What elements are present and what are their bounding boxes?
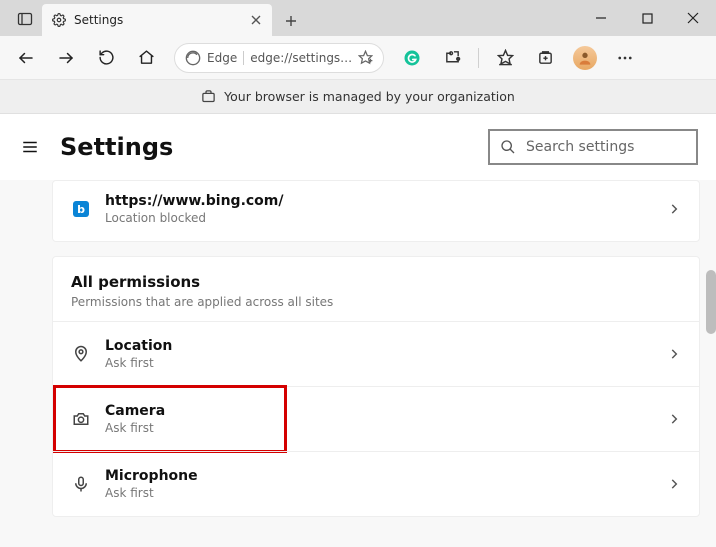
settings-content: b https://www.bing.com/ Location blocked… xyxy=(0,180,716,547)
permission-row-camera[interactable]: Camera Ask first xyxy=(53,386,699,451)
permission-row-location[interactable]: Location Ask first xyxy=(53,321,699,386)
more-button[interactable] xyxy=(607,40,643,76)
all-permissions-title: All permissions xyxy=(71,273,681,291)
chevron-right-icon xyxy=(667,477,681,491)
forward-button[interactable] xyxy=(48,40,84,76)
permission-row-microphone[interactable]: Microphone Ask first xyxy=(53,451,699,516)
permission-subtitle: Ask first xyxy=(105,356,172,370)
maximize-button[interactable] xyxy=(624,0,670,36)
all-permissions-subtitle: Permissions that are applied across all … xyxy=(71,295,681,309)
camera-icon xyxy=(71,409,91,429)
recent-site-url: https://www.bing.com/ xyxy=(105,193,284,209)
back-button[interactable] xyxy=(8,40,44,76)
address-engine-label: Edge xyxy=(207,51,237,65)
address-separator xyxy=(243,51,244,65)
close-window-button[interactable] xyxy=(670,0,716,36)
page-title: Settings xyxy=(60,133,173,161)
location-icon xyxy=(71,344,91,364)
scrollbar-thumb[interactable] xyxy=(706,270,716,334)
permission-subtitle: Ask first xyxy=(105,421,165,435)
browser-tab[interactable]: Settings xyxy=(42,4,272,36)
search-placeholder: Search settings xyxy=(526,139,634,155)
refresh-button[interactable] xyxy=(88,40,124,76)
chevron-right-icon xyxy=(667,202,681,216)
edge-logo-icon xyxy=(185,50,201,66)
collections-button[interactable] xyxy=(527,40,563,76)
minimize-button[interactable] xyxy=(578,0,624,36)
chevron-right-icon xyxy=(667,412,681,426)
extension-grammarly-icon[interactable] xyxy=(394,40,430,76)
search-icon xyxy=(500,139,516,155)
extensions-button[interactable] xyxy=(434,40,470,76)
close-tab-button[interactable] xyxy=(248,12,264,28)
managed-text: Your browser is managed by your organiza… xyxy=(224,89,515,104)
microphone-icon xyxy=(71,474,91,494)
briefcase-icon xyxy=(201,89,216,104)
home-button[interactable] xyxy=(128,40,164,76)
address-url: edge://settings… xyxy=(250,51,352,65)
bing-icon: b xyxy=(71,199,91,219)
gear-icon xyxy=(52,13,66,27)
permission-subtitle: Ask first xyxy=(105,486,198,500)
favorite-star-icon[interactable] xyxy=(358,50,373,65)
recent-site-detail: Location blocked xyxy=(105,211,284,225)
tab-title: Settings xyxy=(74,13,240,27)
recent-activity-row[interactable]: b https://www.bing.com/ Location blocked xyxy=(53,181,699,241)
new-tab-button[interactable] xyxy=(276,6,306,36)
permission-title: Microphone xyxy=(105,468,198,484)
search-settings-input[interactable]: Search settings xyxy=(488,129,698,165)
permission-title: Camera xyxy=(105,403,165,419)
tab-actions-button[interactable] xyxy=(8,2,42,36)
permission-title: Location xyxy=(105,338,172,354)
chevron-right-icon xyxy=(667,347,681,361)
favorites-button[interactable] xyxy=(487,40,523,76)
menu-button[interactable] xyxy=(18,135,42,159)
address-bar[interactable]: Edge edge://settings… xyxy=(174,43,384,73)
profile-button[interactable] xyxy=(567,40,603,76)
managed-banner: Your browser is managed by your organiza… xyxy=(0,80,716,114)
toolbar-separator xyxy=(478,48,479,68)
